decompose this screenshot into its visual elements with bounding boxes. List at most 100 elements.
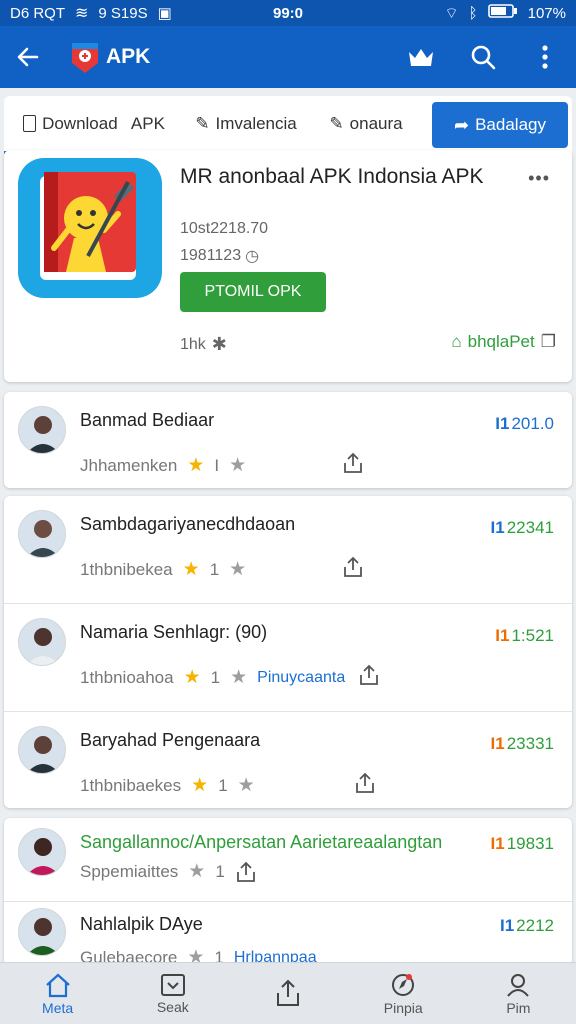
avatar bbox=[18, 618, 66, 666]
score-prefix: I1 bbox=[490, 834, 505, 853]
star-divider: 1 bbox=[215, 861, 225, 881]
app-downloads: 1981123 ◷ bbox=[180, 246, 259, 266]
tab-onaura[interactable]: ✎ onaura bbox=[308, 96, 424, 154]
back-button[interactable] bbox=[0, 44, 56, 70]
review-row[interactable]: Sambdagariyanecdhdaoan 1thbnibekea ★ 1 ★… bbox=[4, 496, 572, 604]
review-row[interactable]: Sangallannoc/Anpersatan Aarietareaalangt… bbox=[4, 818, 572, 902]
review-row[interactable]: Baryahad Pengenaara 1thbnibaekes ★ 1 ★ I… bbox=[4, 712, 572, 820]
more-vert-icon bbox=[542, 45, 548, 69]
star-icon: ★ bbox=[182, 559, 200, 580]
score-prefix: I1 bbox=[490, 734, 505, 753]
star-icon: ★ bbox=[187, 455, 205, 476]
score-value: 2212 bbox=[516, 916, 554, 935]
score-prefix: I1 bbox=[499, 916, 515, 935]
carrier-text: D6 RQT bbox=[10, 4, 66, 22]
score-value: 1:521 bbox=[511, 626, 554, 645]
app-bar-title: APK bbox=[106, 45, 151, 68]
share-button[interactable] bbox=[358, 664, 380, 691]
tab-download-apk[interactable]: Download APK bbox=[4, 96, 184, 154]
compass-icon bbox=[392, 973, 415, 996]
more-options-icon[interactable]: ••• bbox=[528, 168, 550, 189]
nav-home[interactable]: Meta bbox=[0, 963, 115, 1024]
tab-label: Imvalencia bbox=[215, 113, 297, 133]
reviewer-name: Sambdagariyanecdhdaoan bbox=[80, 514, 296, 534]
star-divider: I bbox=[214, 455, 220, 475]
star-outline-icon: ★ bbox=[188, 861, 206, 882]
review-meta: Sppemiaittes ★ 1 bbox=[80, 860, 257, 883]
app-info-card: MR anonbaal APK Indonsia APK ••• 10st221… bbox=[4, 150, 572, 382]
clock-icon: ◷ bbox=[245, 248, 260, 265]
search-icon bbox=[471, 45, 496, 70]
star-outline-icon: ★ bbox=[229, 559, 247, 580]
share-icon bbox=[360, 664, 378, 685]
share-button[interactable] bbox=[342, 452, 364, 479]
star-outline-icon: ★ bbox=[229, 455, 247, 476]
score-prefix: I1 bbox=[495, 626, 510, 645]
review-row[interactable]: Nahlalpik DAye Gulebaecore ★ 1 Hrlpannpa… bbox=[4, 902, 572, 966]
review-score: I1 2212 bbox=[500, 916, 554, 936]
score-value: 201.0 bbox=[511, 414, 554, 433]
review-row[interactable]: Banmad Bediaar Jhhamenken ★ I ★ I1 201.0 bbox=[4, 392, 572, 488]
app-icon bbox=[18, 158, 162, 298]
status-bar: D6 RQT ≋ 9 S19S ▣ 99:0 ⌔ ᛒ 107% bbox=[0, 0, 576, 26]
bluetooth-icon: ᛒ bbox=[468, 4, 478, 22]
score-value: 19831 bbox=[506, 834, 554, 853]
nav-profile[interactable]: Pim bbox=[461, 963, 576, 1024]
share-icon[interactable] bbox=[235, 861, 257, 883]
nav-inbox[interactable]: Seak bbox=[115, 963, 230, 1024]
app-bar: APK bbox=[0, 26, 576, 88]
edit-icon: ✎ bbox=[195, 113, 210, 133]
star-icon: ★ bbox=[191, 775, 209, 796]
reviewer-name: Nahlalpik DAye bbox=[80, 914, 203, 934]
share-icon bbox=[344, 556, 362, 577]
copy-icon: ❐ bbox=[540, 332, 556, 351]
star-outline-icon: ★ bbox=[230, 667, 248, 688]
share-button[interactable] bbox=[342, 556, 364, 583]
crown-button[interactable] bbox=[390, 46, 452, 68]
review-date: Jhhamenken bbox=[80, 455, 178, 475]
nav-explore[interactable]: Pinpia bbox=[346, 963, 461, 1024]
publisher-link[interactable]: ⌂ bhqlaPet ❐ bbox=[451, 332, 556, 352]
share-icon bbox=[356, 772, 374, 793]
arrow-left-icon bbox=[17, 47, 39, 67]
score-prefix: I1 bbox=[495, 414, 510, 433]
review-row[interactable]: Namaria Senhlagr: (90) 1thbnioahoa ★ 1 ★… bbox=[4, 604, 572, 712]
share-icon bbox=[344, 452, 362, 473]
app-size: 1hk ✱ bbox=[180, 334, 227, 355]
image-icon: ▣ bbox=[157, 5, 172, 22]
review-score: I1 201.0 bbox=[495, 414, 554, 434]
nav-share[interactable] bbox=[230, 963, 345, 1024]
score-value: 22341 bbox=[506, 518, 554, 537]
avatar bbox=[18, 726, 66, 774]
nav-label: Pim bbox=[506, 999, 531, 1016]
review-card-3: Sangallannoc/Anpersatan Aarietareaalangt… bbox=[4, 818, 572, 966]
tab-label: Badalagy bbox=[475, 115, 546, 134]
share-tab-button[interactable]: ➦ Badalagy bbox=[432, 102, 568, 148]
share-button[interactable] bbox=[354, 772, 376, 799]
review-date: 1thbnibekea bbox=[80, 559, 173, 579]
home-icon bbox=[45, 973, 70, 997]
clock: 99:0 bbox=[272, 4, 304, 22]
avatar bbox=[18, 828, 66, 876]
review-date: 1thbnibaekes bbox=[80, 775, 182, 795]
tab-imvalencia[interactable]: ✎ Imvalencia bbox=[184, 96, 308, 154]
app-version: 10st2218.70 bbox=[180, 220, 269, 237]
crown-icon bbox=[409, 49, 433, 66]
overflow-menu-button[interactable] bbox=[514, 44, 576, 70]
review-meta: 1thbnibaekes ★ 1 ★ bbox=[80, 774, 255, 797]
avatar bbox=[18, 510, 66, 558]
search-button[interactable] bbox=[452, 44, 514, 70]
review-date: 1thbnioahoa bbox=[80, 667, 174, 687]
review-meta: 1thbnioahoa ★ 1 ★ Pinuycaanta bbox=[80, 666, 345, 689]
nav-label: Meta bbox=[42, 999, 74, 1016]
score-prefix: I1 bbox=[490, 518, 505, 537]
review-score: I1 19831 bbox=[491, 834, 554, 854]
bottom-navigation: Meta Seak Pinpia Pim bbox=[0, 962, 576, 1024]
install-button[interactable]: PTOMIL OPK bbox=[180, 272, 326, 312]
review-score: I1 22341 bbox=[491, 518, 554, 538]
reviewer-name: Sangallannoc/Anpersatan Aarietareaalangt… bbox=[80, 832, 443, 852]
review-meta: Jhhamenken ★ I ★ bbox=[80, 454, 246, 477]
review-score: I1 1:521 bbox=[495, 626, 554, 646]
star-divider: 1 bbox=[209, 559, 220, 579]
star-divider: 1 bbox=[210, 667, 221, 687]
